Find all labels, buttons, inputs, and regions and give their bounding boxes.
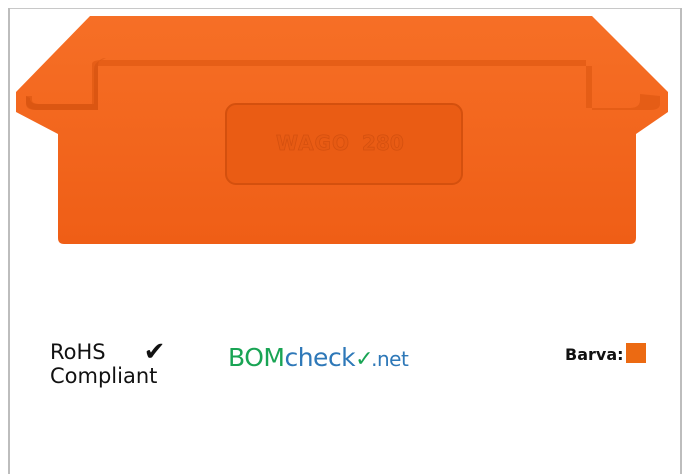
color-label: Barva:: [565, 345, 624, 364]
brand-mark: WAGO: [276, 131, 350, 155]
bomcheck-logo: BOM check ✓ .net: [228, 343, 409, 375]
bomcheck-check: check: [284, 343, 356, 372]
color-swatch: [625, 342, 646, 363]
model-mark: 280: [362, 131, 404, 155]
rohs-label: RoHS: [50, 340, 106, 364]
product-card: WAGO 280 RoHS ✔ Compliant BOM check ✓ .n…: [0, 0, 682, 474]
rohs-badge: RoHS ✔ Compliant: [50, 337, 166, 388]
product-image: WAGO 280: [16, 16, 668, 244]
color-info: Barva:: [565, 342, 646, 364]
bomcheck-bom: BOM: [228, 343, 285, 372]
checkmark-icon: ✔: [143, 337, 166, 367]
bomcheck-net: .net: [371, 347, 409, 371]
rohs-compliant-label: Compliant: [50, 364, 158, 388]
